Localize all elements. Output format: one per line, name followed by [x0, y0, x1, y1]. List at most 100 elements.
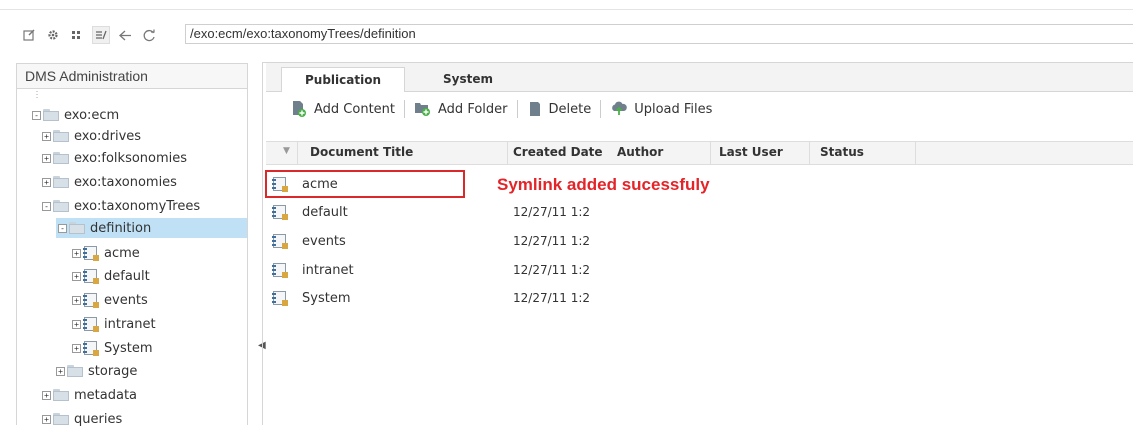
upload-icon [610, 100, 628, 118]
add-folder-button[interactable]: Add Folder [414, 100, 508, 118]
symlink-icon [83, 268, 99, 284]
tree-node-label: queries [74, 411, 123, 427]
collapse-icon[interactable]: - [32, 110, 41, 120]
created-date: 12/27/11 1:2 [513, 205, 591, 219]
document-title[interactable]: events [302, 234, 346, 249]
column-header-status[interactable]: Status [820, 141, 864, 165]
collapse-icon[interactable]: - [58, 223, 67, 233]
symlink-icon [272, 262, 288, 278]
list-view-icon[interactable] [92, 26, 110, 44]
tree-node-exo-taxonomytrees[interactable]: - exo:taxonomyTrees [42, 196, 200, 216]
tree-node-storage[interactable]: + storage [56, 361, 137, 381]
tree-node-events[interactable]: + events [72, 290, 148, 310]
folder-icon [53, 152, 69, 164]
expand-icon[interactable]: + [42, 177, 51, 187]
tab-publication[interactable]: Publication [281, 67, 405, 92]
tree-node-exo-folksonomies[interactable]: + exo:folksonomies [42, 148, 187, 168]
column-header-created-date[interactable]: Created Date [513, 141, 608, 165]
expand-icon[interactable]: + [42, 153, 51, 163]
tree-node-system[interactable]: + System [72, 338, 152, 358]
expand-icon[interactable]: + [72, 271, 81, 281]
folder-icon [53, 176, 69, 188]
column-divider [710, 141, 711, 165]
tree-node-label: acme [104, 245, 140, 261]
expand-icon[interactable]: + [56, 366, 65, 376]
collapse-icon[interactable]: - [42, 201, 51, 211]
symlink-icon [272, 233, 288, 249]
document-title[interactable]: default [302, 205, 348, 220]
folder-icon [53, 130, 69, 142]
grid-view-icon[interactable] [68, 26, 86, 44]
upload-files-label: Upload Files [634, 101, 713, 117]
tree-node-label: exo:ecm [64, 107, 120, 123]
tree-node-exo-drives[interactable]: + exo:drives [42, 126, 141, 146]
separator [600, 100, 602, 118]
tree-node-exo-taxonomies[interactable]: + exo:taxonomies [42, 172, 177, 192]
back-icon[interactable] [116, 26, 134, 44]
tree-node-default[interactable]: + default [72, 266, 150, 286]
document-title[interactable]: System [302, 291, 350, 306]
expand-icon[interactable]: + [42, 414, 51, 424]
tree-node-label: exo:drives [74, 128, 142, 144]
upload-files-button[interactable]: Upload Files [610, 100, 712, 118]
dms-administration-header: DMS Administration [16, 63, 248, 89]
folder-icon [53, 389, 69, 401]
expand-icon[interactable]: + [72, 343, 81, 353]
folder-icon [67, 365, 83, 377]
table-row[interactable]: default [272, 200, 348, 224]
table-row[interactable]: intranet [272, 258, 354, 282]
folder-icon [43, 109, 59, 121]
column-header-author[interactable]: Author [617, 141, 663, 165]
tree-node-label: System [104, 340, 153, 356]
column-header-last-user[interactable]: Last User [719, 141, 783, 165]
open-folder-icon [69, 222, 85, 234]
address-bar[interactable]: /exo:ecm/exo:taxonomyTrees/definition [185, 24, 1133, 44]
symlink-icon [272, 290, 288, 306]
symlink-icon [272, 204, 288, 220]
tab-system[interactable]: System [418, 67, 518, 92]
symlink-icon [83, 340, 99, 356]
add-folder-label: Add Folder [438, 101, 508, 117]
symlink-icon [83, 245, 99, 261]
tree-node-definition[interactable]: - definition [56, 218, 247, 238]
expand-icon[interactable]: + [42, 131, 51, 141]
symlink-icon [83, 292, 99, 308]
tree-node-label: exo:taxonomyTrees [74, 198, 201, 214]
separator [516, 100, 518, 118]
tree-node-intranet[interactable]: + intranet [72, 314, 156, 334]
sort-arrow-icon[interactable]: ▼ [283, 146, 290, 156]
view-toolbar [20, 24, 164, 46]
expand-icon[interactable]: + [72, 248, 81, 258]
symlink-icon [83, 316, 99, 332]
add-content-button[interactable]: Add Content [290, 100, 395, 118]
top-divider [0, 9, 1133, 10]
tree-node-label: exo:folksonomies [74, 150, 188, 166]
expand-icon[interactable]: + [72, 295, 81, 305]
tree-node-label: events [104, 292, 148, 308]
tree-node-acme[interactable]: + acme [72, 243, 140, 263]
symlink-notice: Symlink added sucessfuly [497, 175, 710, 194]
tree-node-exo-ecm[interactable]: - exo:ecm [32, 105, 119, 125]
expand-icon[interactable]: + [42, 390, 51, 400]
tree-node-label: default [104, 268, 150, 284]
column-divider [915, 141, 916, 165]
tree-node-label: metadata [74, 387, 138, 403]
action-bar: Add Content Add Folder Delete Upload Fil… [290, 98, 712, 120]
refresh-icon[interactable] [140, 26, 158, 44]
column-header-document-title[interactable]: Document Title [310, 141, 413, 165]
document-title[interactable]: intranet [302, 263, 354, 278]
tree-node-queries[interactable]: + queries [42, 409, 122, 429]
table-row[interactable]: System [272, 286, 350, 310]
edit-icon[interactable] [20, 26, 38, 44]
delete-button[interactable]: Delete [527, 100, 591, 118]
table-row[interactable]: events [272, 229, 346, 253]
created-date: 12/27/11 1:2 [513, 291, 591, 305]
expand-icon[interactable]: + [72, 319, 81, 329]
gear-icon[interactable] [44, 26, 62, 44]
folder-icon [53, 413, 69, 425]
column-divider [297, 141, 298, 165]
column-divider [809, 141, 810, 165]
tree-node-metadata[interactable]: + metadata [42, 385, 137, 405]
tree-node-label: definition [90, 220, 152, 236]
tree-node-label: intranet [104, 316, 156, 332]
